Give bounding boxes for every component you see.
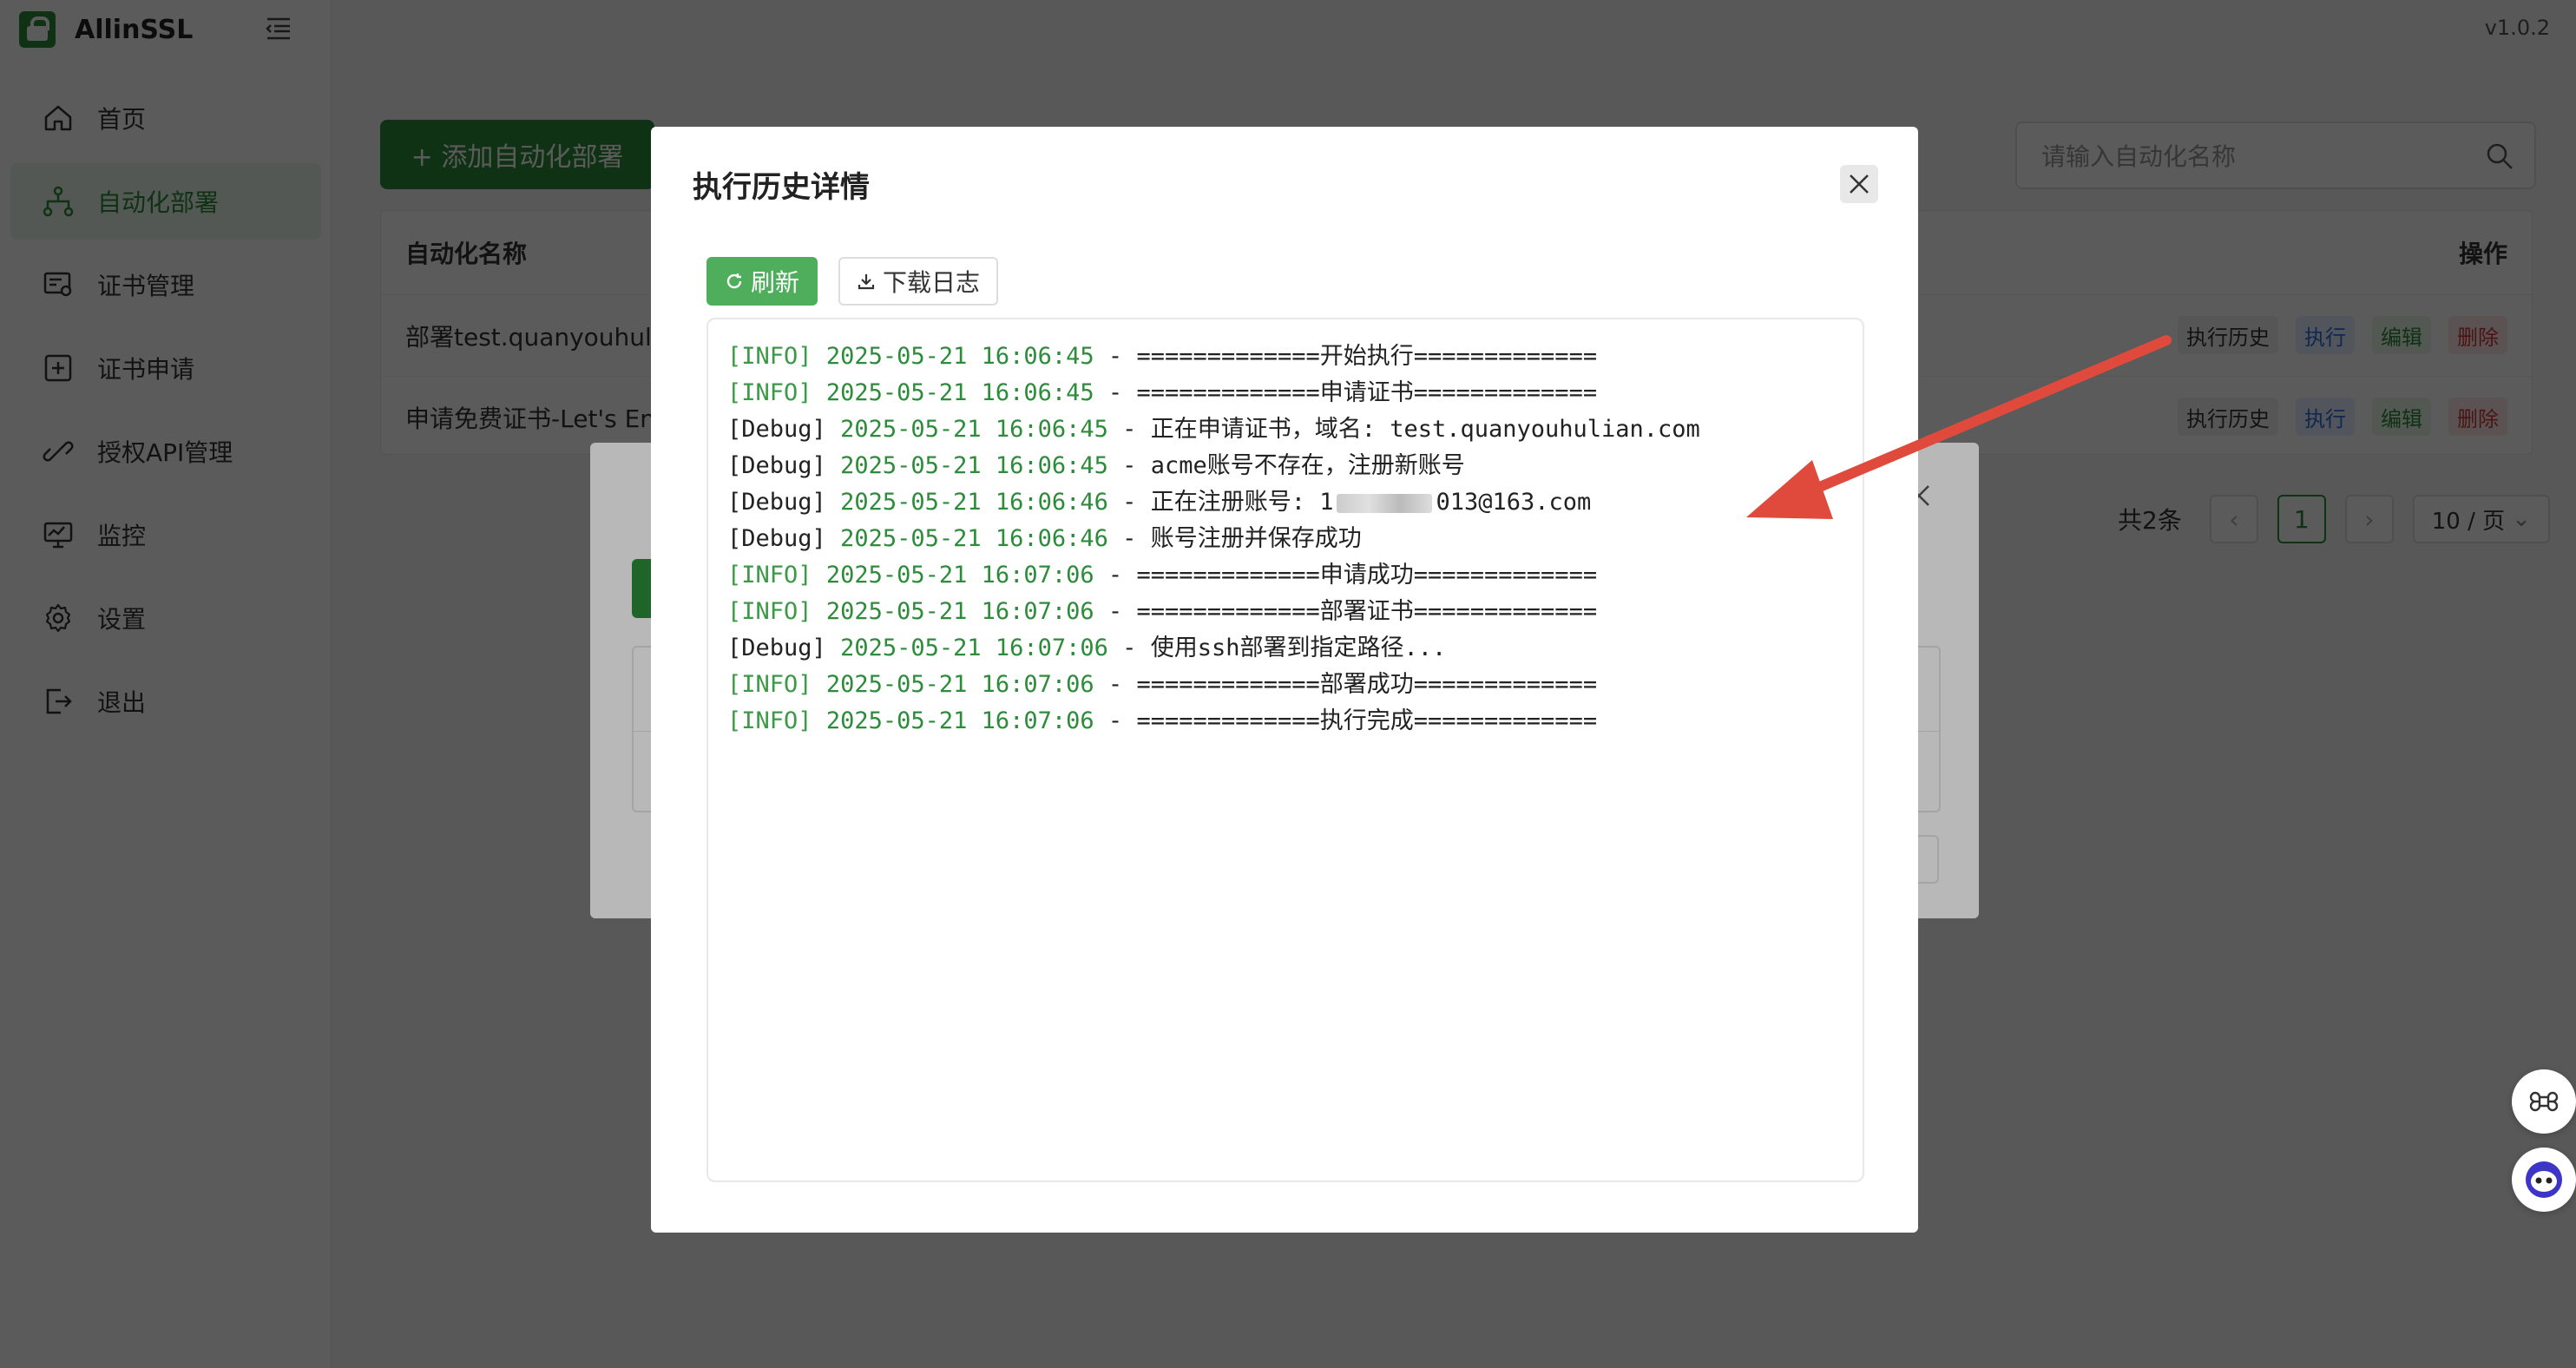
log-message-tail: 013@163.com (1436, 489, 1592, 516)
log-line: [INFO] 2025-05-21 16:07:06 - ===========… (727, 703, 1843, 740)
history-detail-dialog: 执行历史详情 刷新 下载日志 [INFO] 2025-05-21 16:06:4… (651, 127, 1918, 1233)
dialog-close-button[interactable] (1840, 165, 1878, 203)
log-time: 2025-05-21 16:07:06 (825, 707, 1094, 734)
log-line: [Debug] 2025-05-21 16:06:45 - acme账号不存在，… (727, 448, 1843, 484)
log-level: [INFO] (727, 707, 812, 734)
log-line: [INFO] 2025-05-21 16:07:06 - ===========… (727, 667, 1843, 703)
log-level: [Debug] (727, 489, 826, 516)
log-time: 2025-05-21 16:07:06 (840, 635, 1108, 661)
log-line: [INFO] 2025-05-21 16:07:06 - ===========… (727, 594, 1843, 630)
log-level: [INFO] (727, 562, 812, 589)
assistant-button[interactable] (2512, 1148, 2576, 1212)
log-time: 2025-05-21 16:06:45 (825, 343, 1094, 370)
log-time: 2025-05-21 16:06:46 (840, 525, 1108, 552)
log-line: [INFO] 2025-05-21 16:07:06 - ===========… (727, 557, 1843, 594)
log-message: - =============申请证书============= (1094, 379, 1598, 406)
close-icon (1850, 174, 1869, 194)
log-time: 2025-05-21 16:06:46 (840, 489, 1108, 516)
log-message: - 账号注册并保存成功 (1107, 525, 1362, 552)
log-level: [Debug] (727, 635, 826, 661)
log-time: 2025-05-21 16:07:06 (825, 598, 1094, 625)
robot-face-icon (2526, 1161, 2562, 1198)
log-message: - =============执行完成============= (1094, 707, 1598, 734)
log-time: 2025-05-21 16:06:45 (840, 452, 1108, 479)
masked-text (1337, 493, 1433, 513)
dialog-title: 执行历史详情 (693, 170, 870, 205)
log-level: [INFO] (727, 379, 812, 406)
log-time: 2025-05-21 16:07:06 (825, 562, 1094, 589)
log-message: - 使用ssh部署到指定路径... (1107, 635, 1447, 661)
log-level: [INFO] (727, 671, 812, 698)
log-time: 2025-05-21 16:06:45 (840, 416, 1108, 443)
shortcut-button[interactable] (2512, 1069, 2576, 1134)
log-level: [INFO] (727, 598, 812, 625)
log-line: [Debug] 2025-05-21 16:06:45 - 正在申请证书，域名:… (727, 411, 1843, 448)
refresh-icon (726, 273, 742, 289)
refresh-button[interactable]: 刷新 (706, 257, 818, 306)
log-message: - acme账号不存在，注册新账号 (1107, 452, 1465, 479)
log-line: [Debug] 2025-05-21 16:07:06 - 使用ssh部署到指定… (727, 630, 1843, 667)
download-log-button[interactable]: 下载日志 (838, 257, 998, 306)
log-line: [Debug] 2025-05-21 16:06:46 - 账号注册并保存成功 (727, 521, 1843, 557)
log-line: [INFO] 2025-05-21 16:06:45 - ===========… (727, 339, 1843, 375)
log-message: - 正在注册账号: 1 (1107, 489, 1334, 516)
log-line: [INFO] 2025-05-21 16:06:45 - ===========… (727, 375, 1843, 411)
log-viewer[interactable]: [INFO] 2025-05-21 16:06:45 - ===========… (706, 318, 1864, 1182)
log-message: - =============部署证书============= (1094, 598, 1598, 625)
log-message: - =============部署成功============= (1094, 671, 1598, 698)
download-label: 下载日志 (882, 268, 980, 297)
log-time: 2025-05-21 16:06:45 (825, 379, 1094, 406)
log-message: - =============开始执行============= (1094, 343, 1598, 370)
log-level: [INFO] (727, 343, 812, 370)
log-message: - =============申请成功============= (1094, 562, 1598, 589)
command-icon (2529, 1091, 2559, 1112)
log-level: [Debug] (727, 416, 826, 443)
download-icon (858, 274, 875, 290)
refresh-label: 刷新 (750, 268, 799, 297)
log-time: 2025-05-21 16:07:06 (825, 671, 1094, 698)
log-level: [Debug] (727, 525, 826, 552)
log-message: - 正在申请证书，域名: test.quanyouhulian.com (1107, 416, 1700, 443)
log-line: [Debug] 2025-05-21 16:06:46 - 正在注册账号: 1 0… (727, 484, 1843, 521)
log-level: [Debug] (727, 452, 826, 479)
